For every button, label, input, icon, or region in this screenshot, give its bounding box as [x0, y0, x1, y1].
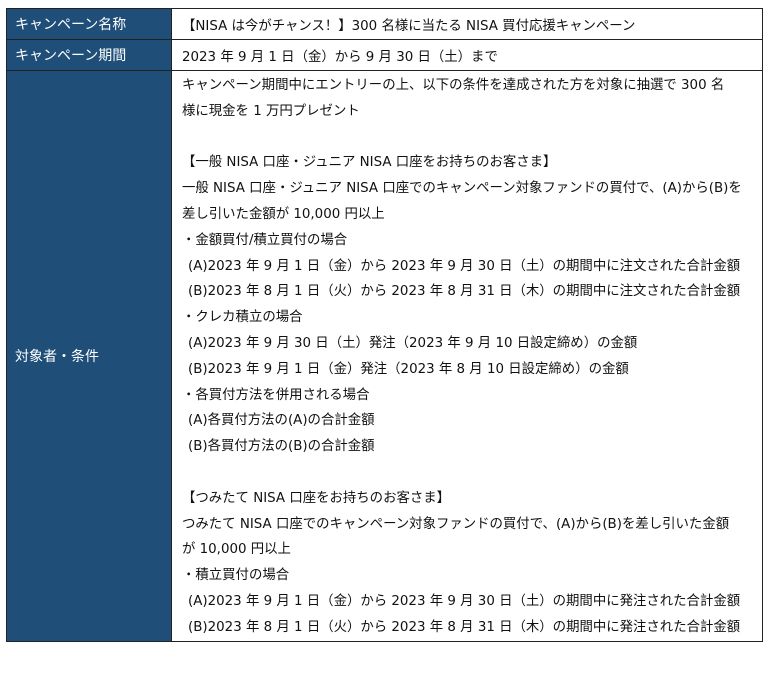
condition-item: (B)2023 年 9 月 1 日（金）発注（2023 年 8 月 10 日設定… [188, 361, 629, 377]
condition-item: (A)2023 年 9 月 1 日（金）から 2023 年 9 月 30 日（土… [188, 258, 741, 274]
campaign-period-value: 2023 年 9 月 1 日（金）から 9 月 30 日（土）まで [171, 39, 763, 71]
condition-line: つみたて NISA 口座でのキャンペーン対象ファンドの買付で、(A)から(B)を… [182, 516, 730, 532]
condition-item: (A)各買付方法の(A)の合計金額 [188, 413, 375, 429]
condition-heading: 【つみたて NISA 口座をお持ちのお客さま】 [182, 490, 451, 506]
campaign-conditions-row: 対象者・条件 キャンペーン期間中にエントリーの上、以下の条件を達成された方を対象… [6, 70, 763, 642]
condition-subheading: ・クレカ積立の場合 [182, 310, 303, 326]
condition-line: 一般 NISA 口座・ジュニア NISA 口座でのキャンペーン対象ファンドの買付… [182, 181, 742, 197]
campaign-period-label: キャンペーン期間 [6, 39, 172, 71]
campaign-name-value: 【NISA は今がチャンス！】300 名様に当たる NISA 買付応援キャンペー… [171, 8, 763, 40]
campaign-name-label: キャンペーン名称 [6, 8, 172, 40]
condition-item: (B)2023 年 8 月 1 日（火）から 2023 年 8 月 31 日（木… [188, 284, 741, 300]
condition-line: 差し引いた金額が 10,000 円以上 [182, 206, 385, 222]
condition-subheading: ・金額買付/積立買付の場合 [182, 232, 348, 248]
campaign-conditions-value: キャンペーン期間中にエントリーの上、以下の条件を達成された方を対象に抽選で 30… [171, 70, 763, 642]
condition-item: (A)2023 年 9 月 1 日（金）から 2023 年 9 月 30 日（土… [188, 593, 741, 609]
condition-item: (B)2023 年 8 月 1 日（火）から 2023 年 8 月 31 日（木… [188, 619, 741, 635]
campaign-table: キャンペーン名称 【NISA は今がチャンス！】300 名様に当たる NISA … [6, 8, 763, 642]
campaign-name-row: キャンペーン名称 【NISA は今がチャンス！】300 名様に当たる NISA … [6, 8, 763, 40]
campaign-period-row: キャンペーン期間 2023 年 9 月 1 日（金）から 9 月 30 日（土）… [6, 39, 763, 71]
condition-blank-line [182, 460, 752, 486]
condition-item: (B)各買付方法の(B)の合計金額 [188, 439, 375, 455]
condition-subheading: ・積立買付の場合 [182, 568, 290, 584]
campaign-conditions-label: 対象者・条件 [6, 70, 172, 642]
condition-line: キャンペーン期間中にエントリーの上、以下の条件を達成された方を対象に抽選で 30… [182, 78, 725, 93]
condition-line: 様に現金を 1 万円プレゼント [182, 103, 360, 119]
condition-subheading: ・各買付方法を併用される場合 [182, 387, 370, 403]
condition-heading: 【一般 NISA 口座・ジュニア NISA 口座をお持ちのお客さま】 [182, 155, 557, 171]
condition-item: (A)2023 年 9 月 30 日（土）発注（2023 年 9 月 10 日設… [188, 335, 638, 351]
condition-blank-line [182, 125, 752, 151]
condition-line: が 10,000 円以上 [182, 542, 291, 558]
